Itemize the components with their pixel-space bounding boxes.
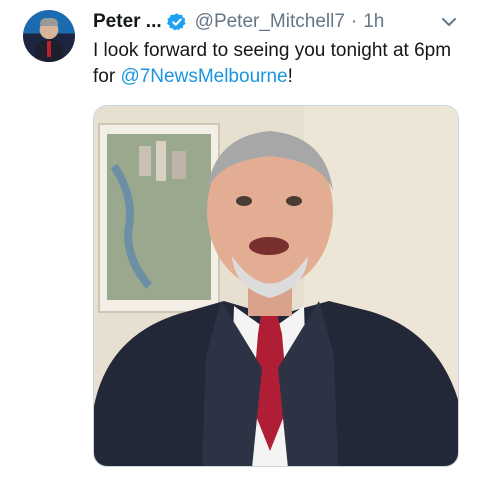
video-frame (94, 106, 458, 466)
avatar[interactable] (23, 10, 75, 62)
author-name[interactable]: Peter ... (93, 11, 162, 33)
tweet-timestamp[interactable]: 1h (363, 11, 384, 33)
chevron-down-icon[interactable] (440, 14, 458, 30)
author-handle[interactable]: @Peter_Mitchell7 (195, 11, 345, 33)
tweet-text: I look forward to seeing you tonight at … (93, 38, 463, 90)
avatar-hair (40, 18, 58, 26)
mention-link[interactable]: @7NewsMelbourne (120, 66, 287, 87)
tweet-video[interactable] (93, 105, 459, 467)
separator-dot: · (350, 11, 358, 32)
tweet-text-end: ! (287, 66, 293, 87)
verified-badge-icon (166, 13, 186, 31)
avatar-tie (47, 41, 51, 57)
tweet-header: Peter ... @Peter_Mitchell7 · 1h (93, 10, 384, 34)
